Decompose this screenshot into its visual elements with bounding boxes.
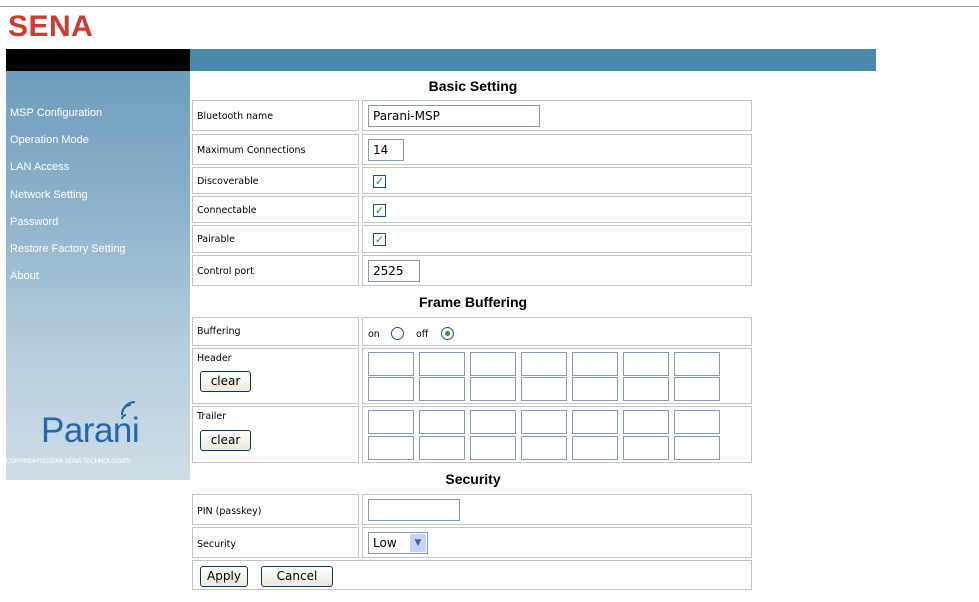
buffering-off-label: off: [416, 329, 429, 340]
header-byte-cell[interactable]: [572, 352, 618, 376]
header-byte-cell[interactable]: [470, 352, 516, 376]
buffering-off-radio[interactable]: [441, 327, 454, 340]
trailer-byte-cell[interactable]: [419, 410, 465, 434]
sidebar-item-network-setting[interactable]: Network Setting: [10, 188, 126, 215]
security-label-cell: Security: [192, 527, 359, 558]
bluetooth-name-value-cell: Parani-MSP: [362, 100, 752, 131]
security-label: Security: [197, 539, 237, 550]
header-byte-cell[interactable]: [521, 377, 567, 401]
sidebar-header-band: [6, 49, 190, 71]
header-byte-cell[interactable]: [470, 377, 516, 401]
parani-logo: Parani: [41, 411, 140, 450]
connectable-label: Connectable: [197, 205, 257, 216]
section-title-security: Security: [445, 471, 501, 487]
pairable-label-cell: Pairable: [192, 225, 359, 253]
trailer-byte-cell[interactable]: [368, 436, 414, 460]
trailer-byte-cell[interactable]: [419, 436, 465, 460]
discoverable-label-cell: Discoverable: [192, 167, 359, 194]
header-byte-cell[interactable]: [419, 377, 465, 401]
max-connections-label-cell: Maximum Connections: [192, 134, 359, 165]
security-select[interactable]: Low ▼: [368, 532, 428, 554]
trailer-cells-area: [362, 406, 752, 463]
trailer-byte-cell[interactable]: [521, 436, 567, 460]
bluetooth-name-input[interactable]: Parani-MSP: [368, 105, 540, 127]
trailer-label-cell: Trailer clear: [192, 406, 359, 463]
header-cells-area: [362, 348, 752, 404]
pin-label: PIN (passkey): [197, 506, 262, 517]
control-port-input[interactable]: 2525: [368, 260, 420, 282]
pairable-value-cell: ✓: [362, 225, 752, 253]
copyright-text: COPYRIGHT(C)2006 SENA TECHNOLOGIES: [6, 458, 131, 465]
pin-value-cell: [362, 494, 752, 525]
header-byte-cell[interactable]: [572, 377, 618, 401]
chevron-down-icon[interactable]: ▼: [410, 534, 426, 552]
sidebar-item-operation-mode[interactable]: Operation Mode: [10, 133, 126, 160]
trailer-byte-cell[interactable]: [470, 436, 516, 460]
discoverable-label: Discoverable: [197, 176, 259, 187]
trailer-clear-button[interactable]: clear: [200, 430, 251, 451]
brand-logo: SENA: [8, 10, 94, 43]
sidebar-item-password[interactable]: Password: [10, 215, 126, 242]
buffering-label: Buffering: [197, 326, 241, 337]
control-port-label-cell: Control port: [192, 255, 359, 286]
pairable-label: Pairable: [197, 234, 236, 245]
connectable-value-cell: ✓: [362, 196, 752, 223]
connectable-checkbox[interactable]: ✓: [373, 204, 386, 217]
buffering-on-label: on: [368, 329, 380, 340]
radio-selected-dot: [445, 331, 450, 336]
max-connections-label: Maximum Connections: [197, 145, 306, 156]
sidebar: MSP Configuration Operation Mode LAN Acc…: [6, 71, 190, 480]
pin-input[interactable]: [368, 499, 460, 521]
trailer-byte-cell[interactable]: [674, 436, 720, 460]
header-byte-cell[interactable]: [674, 377, 720, 401]
max-connections-input[interactable]: 14: [368, 139, 404, 161]
trailer-label: Trailer: [197, 411, 227, 422]
trailer-byte-cell[interactable]: [470, 410, 516, 434]
discoverable-checkbox[interactable]: ✓: [373, 175, 386, 188]
header-byte-cell[interactable]: [368, 352, 414, 376]
content-header-band: [190, 49, 876, 71]
apply-button[interactable]: Apply: [200, 566, 248, 587]
header-label: Header: [197, 353, 232, 364]
header-byte-cell[interactable]: [674, 352, 720, 376]
pairable-checkbox[interactable]: ✓: [373, 233, 386, 246]
section-title-basic-setting: Basic Setting: [428, 78, 518, 94]
sidebar-item-restore-factory-setting[interactable]: Restore Factory Setting: [10, 242, 126, 269]
control-port-value-cell: 2525: [362, 255, 752, 286]
cancel-button[interactable]: Cancel: [261, 566, 333, 587]
bluetooth-name-label-cell: Bluetooth name: [192, 100, 359, 131]
pin-label-cell: PIN (passkey): [192, 494, 359, 525]
security-value-cell: Low ▼: [362, 527, 752, 558]
max-connections-value-cell: 14: [362, 134, 752, 165]
action-row: Apply Cancel: [192, 560, 752, 590]
section-title-frame-buffering: Frame Buffering: [418, 294, 528, 310]
control-port-label: Control port: [197, 266, 254, 277]
trailer-byte-cell[interactable]: [572, 410, 618, 434]
bluetooth-name-label: Bluetooth name: [197, 111, 274, 122]
header-clear-button[interactable]: clear: [200, 371, 251, 392]
security-select-value: Low: [373, 536, 397, 550]
sidebar-menu: MSP Configuration Operation Mode LAN Acc…: [10, 106, 126, 296]
trailer-byte-cell[interactable]: [623, 410, 669, 434]
sidebar-item-about[interactable]: About: [10, 269, 126, 296]
header-label-cell: Header clear: [192, 348, 359, 404]
trailer-byte-cell[interactable]: [368, 410, 414, 434]
discoverable-value-cell: ✓: [362, 167, 752, 194]
trailer-byte-cell[interactable]: [521, 410, 567, 434]
trailer-byte-cell[interactable]: [623, 436, 669, 460]
buffering-on-radio[interactable]: [391, 327, 404, 340]
header-byte-cell[interactable]: [368, 377, 414, 401]
buffering-value-cell: on off: [362, 317, 752, 346]
top-divider: [0, 6, 979, 7]
sidebar-item-msp-configuration[interactable]: MSP Configuration: [10, 106, 126, 133]
connectable-label-cell: Connectable: [192, 196, 359, 223]
buffering-label-cell: Buffering: [192, 317, 359, 346]
header-byte-cell[interactable]: [623, 377, 669, 401]
sidebar-item-lan-access[interactable]: LAN Access: [10, 160, 126, 187]
header-byte-cell[interactable]: [419, 352, 465, 376]
trailer-byte-cell[interactable]: [674, 410, 720, 434]
trailer-byte-cell[interactable]: [572, 436, 618, 460]
header-byte-cell[interactable]: [623, 352, 669, 376]
header-byte-cell[interactable]: [521, 352, 567, 376]
